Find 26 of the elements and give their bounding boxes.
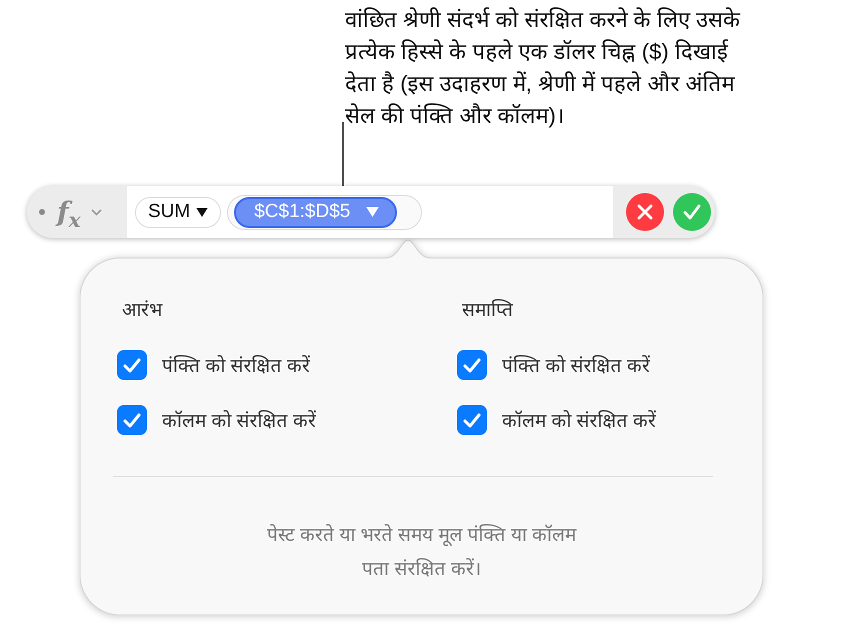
check-icon: [463, 358, 481, 372]
checkbox-label: पंक्ति को संरक्षित करें: [502, 354, 650, 378]
chevron-down-icon: [90, 208, 102, 216]
checkbox-label: कॉलम को संरक्षित करें: [162, 409, 316, 433]
checkbox-label: कॉलम को संरक्षित करें: [502, 409, 656, 433]
dot-icon: [39, 209, 45, 215]
close-icon: [637, 204, 653, 220]
accept-button[interactable]: [673, 193, 711, 231]
function-token[interactable]: SUM: [135, 196, 222, 228]
checkbox-label: पंक्ति को संरक्षित करें: [162, 354, 310, 378]
check-icon: [683, 204, 701, 220]
help-text: पेस्ट करते या भरते समय मूल पंक्ति या कॉलम पता संरक्षित करें।: [266, 523, 576, 582]
cancel-button[interactable]: [626, 193, 664, 231]
caret-icon: [366, 207, 380, 217]
checkbox[interactable]: [117, 350, 147, 380]
formula-field[interactable]: SUM $C$1:$D$5: [127, 186, 613, 238]
checkbox[interactable]: [457, 405, 487, 435]
check-icon: [123, 412, 141, 428]
section-heading: समाप्ति: [462, 298, 514, 323]
section-heading: आरंभ: [122, 299, 164, 323]
check-icon: [463, 412, 481, 428]
caret-icon: [196, 208, 208, 216]
checkbox[interactable]: [117, 405, 147, 435]
checkbox[interactable]: [457, 350, 487, 380]
check-icon: [123, 358, 141, 372]
callout-text: वांछित श्रेणी संदर्भ को संरक्षित करने के लिए उसके प्रत्येक हिस्से के पहले एक डॉलर चिह्न ($) दिखाई देता है (इस उदाहरण में, श्रेणी में पहले और अंतिम सेल की पंक्ति और कॉलम)।: [345, 6, 742, 130]
